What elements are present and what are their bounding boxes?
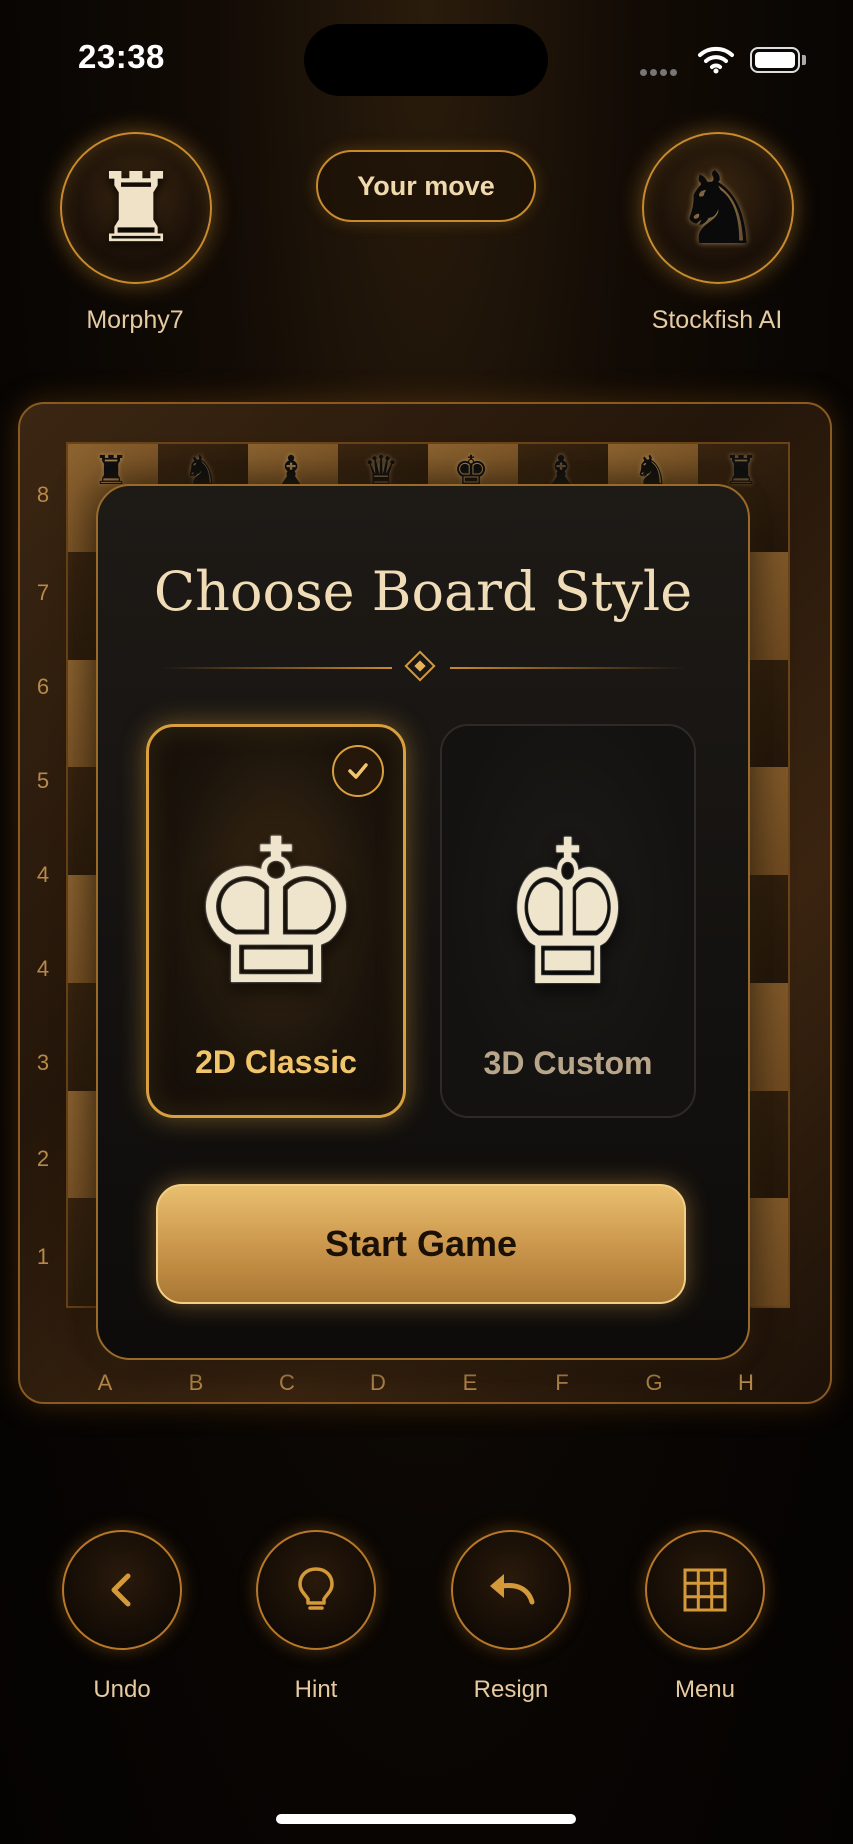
hint-label: Hint	[294, 1676, 338, 1703]
white-rook-icon: ♜	[92, 155, 180, 262]
divider-right	[450, 667, 686, 669]
rank-label: 8	[36, 482, 50, 507]
modal-title: Choose Board Style	[153, 560, 693, 623]
lightbulb-icon	[298, 1567, 334, 1610]
resign-label: Resign	[473, 1676, 549, 1703]
file-label: D	[370, 1370, 386, 1395]
chevron-left-icon	[111, 1573, 131, 1607]
battery-cap	[802, 55, 806, 65]
status-time: 23:38	[78, 38, 165, 75]
player-name-left: Morphy7	[86, 306, 184, 334]
home-indicator[interactable]	[276, 1814, 576, 1824]
wifi-icon	[696, 44, 736, 79]
rank-label: 2	[36, 1146, 50, 1171]
resign-button[interactable]	[451, 1530, 571, 1650]
start-game-button[interactable]: Start Game	[156, 1184, 686, 1304]
dynamic-island	[304, 24, 548, 96]
rank-label: 1	[36, 1244, 50, 1269]
divider-left	[160, 667, 392, 669]
player-avatar-left[interactable]: ♜	[60, 132, 212, 284]
file-label: G	[645, 1370, 663, 1395]
white-king-icon: ♚	[503, 803, 633, 1026]
menu-button[interactable]	[645, 1530, 765, 1650]
grid-icon	[683, 1568, 727, 1612]
option-label: 2D Classic	[195, 1044, 357, 1080]
file-label: E	[462, 1370, 478, 1395]
file-label: C	[279, 1370, 295, 1395]
player-name-right: Stockfish AI	[651, 306, 783, 334]
option-3d-custom[interactable]: ♚ 3D Custom	[440, 724, 696, 1118]
battery-icon	[750, 47, 800, 73]
rank-label: 7	[36, 580, 50, 605]
file-label: H	[738, 1370, 754, 1395]
turn-indicator: Your move	[316, 150, 536, 222]
rank-label: 4	[36, 956, 50, 981]
rank-label: 3	[36, 1050, 50, 1075]
undo-label: Undo	[93, 1676, 151, 1703]
black-knight-icon: ♞	[673, 152, 763, 265]
option-label: 3D Custom	[483, 1045, 653, 1081]
undo-button[interactable]	[62, 1530, 182, 1650]
signal-icon	[640, 63, 680, 81]
rank-label: 6	[36, 674, 50, 699]
undo-arrow-icon	[490, 1574, 535, 1605]
checkmark-icon	[332, 745, 384, 797]
hint-button[interactable]	[256, 1530, 376, 1650]
rank-label: 5	[36, 768, 50, 793]
menu-label: Menu	[674, 1676, 736, 1703]
file-label: A	[97, 1370, 113, 1395]
white-king-icon: ♚	[186, 802, 366, 1025]
player-avatar-right[interactable]: ♞	[642, 132, 794, 284]
rank-label: 4	[36, 862, 50, 887]
file-label: F	[555, 1370, 569, 1395]
file-label: B	[188, 1370, 204, 1395]
